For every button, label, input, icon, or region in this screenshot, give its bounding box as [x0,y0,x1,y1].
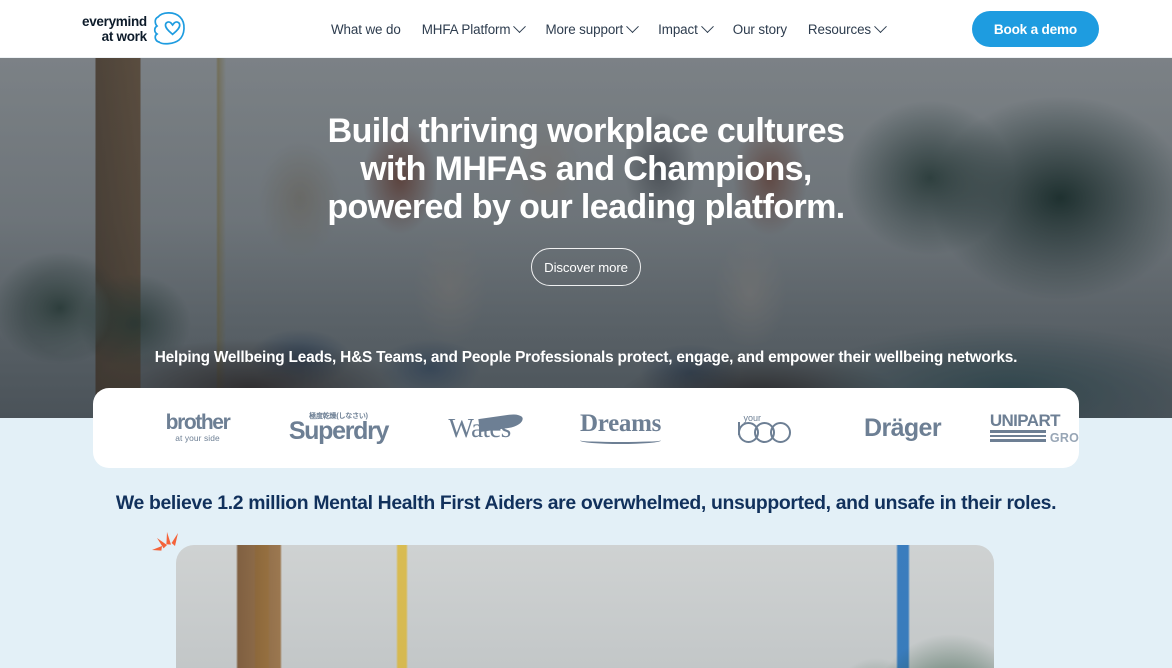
unipart-bars-icon [989,430,1046,443]
nav-label: Resources [807,21,872,37]
head-heart-icon [150,9,188,49]
client-logo-wates[interactable]: Wates [409,412,550,442]
client-logo-name: Dräger [864,413,942,442]
hero-title: Build thriving workplace cultures with M… [327,112,845,226]
nav-label: What we do [331,21,401,37]
nav-label: Our story [732,21,787,37]
nav-label: More support [545,21,624,37]
client-logo-carousel[interactable]: brother at your side 極度乾燥(しなさい) Superdry… [93,388,1079,468]
nav-item-mhfa-platform[interactable]: MHFA Platform [421,19,527,37]
client-logo-name: brother [165,410,231,434]
site-logo[interactable]: everymind at work [82,9,188,49]
nav-item-our-story[interactable]: Our story [733,22,787,37]
client-logo-tagline: GROUP [1049,430,1079,445]
book-a-demo-button[interactable]: Book a demo [971,11,1099,47]
nav-label: Impact [658,21,698,37]
client-logo-name: Dreams [579,410,662,437]
belief-media-photo [176,545,994,668]
client-logo-unipart[interactable]: UNIPART GROUP [973,411,1079,445]
hero-subtext: Helping Wellbeing Leads, H&S Teams, and … [154,349,1018,366]
client-logo-tagline: your [743,412,762,423]
belief-title: We believe 1.2 million Mental Health Fir… [115,492,1057,514]
burst-sparkle-icon [149,530,189,566]
belief-media-wrapper [152,532,996,668]
client-logo-coop[interactable]: your [691,412,832,443]
discover-more-button[interactable]: Discover more [531,248,641,286]
dreams-underline-icon [579,437,662,444]
nav-label: MHFA Platform [421,21,511,37]
chevron-down-icon [513,19,527,33]
client-logo-drager[interactable]: Dräger [832,413,973,442]
site-header: everymind at work What we do MHFA Platfo… [0,0,1172,58]
main-navigation: What we do MHFA Platform More support Im… [331,0,887,58]
client-logo-brother[interactable]: brother at your side [127,410,268,444]
client-logo-tagline: at your side [175,432,220,443]
client-logo-name: UNIPART [989,411,1061,431]
chevron-down-icon [626,19,640,33]
client-logo-track: brother at your side 極度乾燥(しなさい) Superdry… [93,388,1079,468]
nav-item-impact[interactable]: Impact [658,19,714,37]
coop-rings-icon [737,421,791,443]
chevron-down-icon [874,19,887,33]
client-logo-superdry[interactable]: 極度乾燥(しなさい) Superdry [268,413,409,445]
hero-section: Build thriving workplace cultures with M… [0,58,1172,418]
nav-item-more-support[interactable]: More support [545,19,640,37]
client-logo-name: Superdry [288,417,390,445]
nav-item-resources[interactable]: Resources [807,19,887,37]
site-logo-text: everymind at work [82,14,147,44]
chevron-down-icon [700,19,714,33]
client-logo-dreams[interactable]: Dreams [550,410,691,444]
nav-item-what-we-do[interactable]: What we do [331,22,401,37]
